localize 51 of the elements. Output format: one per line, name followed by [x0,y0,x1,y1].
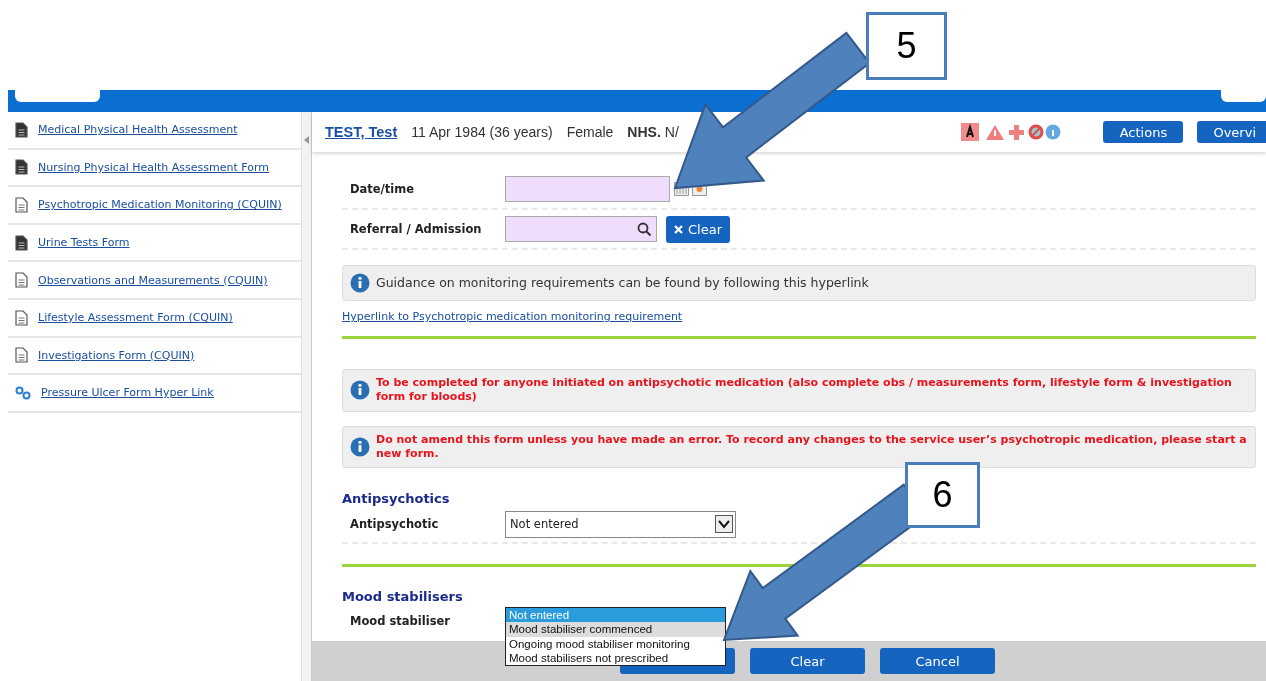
info-icon [350,380,370,401]
dropdown-select[interactable]: Not entered [505,510,736,538]
document-icon [15,309,28,326]
clear-button[interactable]: Clear [666,215,730,243]
section-heading: Mood stabilisers [342,589,463,605]
field-label: Referral / Admission [349,222,483,236]
guidance-text: Guidance on monitoring requirements can be found by following this hyperlink [376,274,869,292]
warning-text: To be completed for anyone initiated on antipsychotic medication (also complete obs / measurements form, lifestyle form & investigation form for bloods) [376,376,1233,405]
dropdown-menu[interactable]: Not entered Mood stabiliser commenced Ongoing mood stabiliser monitoring Mood stabilisers not prescribed [505,607,726,667]
document-icon [15,121,28,138]
sidebar-link[interactable]: Urine Tests Form [8,224,301,263]
nhs-label: NHS. [627,124,661,140]
document-icon [15,197,28,213]
sidebar-link[interactable]: Investigations Form (CQUIN) [8,337,301,376]
dropdown-option[interactable]: Mood stabiliser commenced [506,622,725,637]
document-icon [15,272,28,289]
search-icon[interactable] [637,221,652,237]
document-icon [15,347,28,364]
sidebar-link[interactable]: Medical Physical Health Assessment [8,112,301,150]
document-icon [15,234,28,251]
warning-text: Do not amend this form unless you have made an error. To record any changes to the service user’s psychotropic medication, please start a new form. [376,432,1248,462]
close-icon [674,224,683,234]
sidebar-link[interactable]: Psychotropic Medication Monitoring (CQUIN) [8,187,301,225]
caret-icon [715,515,733,534]
nhs-number: N/ [664,124,679,140]
lookup-field[interactable] [505,216,657,242]
info-icon [350,273,370,293]
sidebar-link[interactable]: Lifestyle Assessment Form (CQUIN) [8,299,301,338]
guidance-hyperlink[interactable]: Hyperlink to Psychotropic medication monitoring requirement [342,310,683,323]
info-icon [350,436,370,457]
section-heading: Antipsychotics [342,491,450,507]
clear-button[interactable]: Clear [750,648,865,674]
sidebar-link[interactable]: Nursing Physical Health Assessment Form [8,149,301,188]
actions-button[interactable]: Actions [1103,121,1184,143]
sidebar-link[interactable]: Observations and Measurements (CQUIN) [8,262,301,300]
field-label: Date/time [349,182,416,196]
date-field[interactable] [505,176,670,202]
overview-button[interactable]: Overvi [1197,121,1266,143]
field-label: Mood stabiliser [349,614,451,629]
callout-label: 6 [905,462,980,528]
callout-label: 5 [866,12,947,80]
patient-name-link[interactable]: TEST, Test [325,124,398,140]
link-icon [15,385,31,400]
cancel-button[interactable]: Cancel [880,648,995,674]
field-label: Antipsychotic [349,517,440,532]
sidebar-link[interactable]: Pressure Ulcer Form Hyper Link [8,375,301,413]
date-of-birth: 11 Apr 1984 (36 years) [411,124,553,140]
gender: Female [566,124,614,140]
document-icon [15,159,28,176]
collapse-icon[interactable] [304,136,309,144]
tab[interactable] [1221,90,1266,102]
